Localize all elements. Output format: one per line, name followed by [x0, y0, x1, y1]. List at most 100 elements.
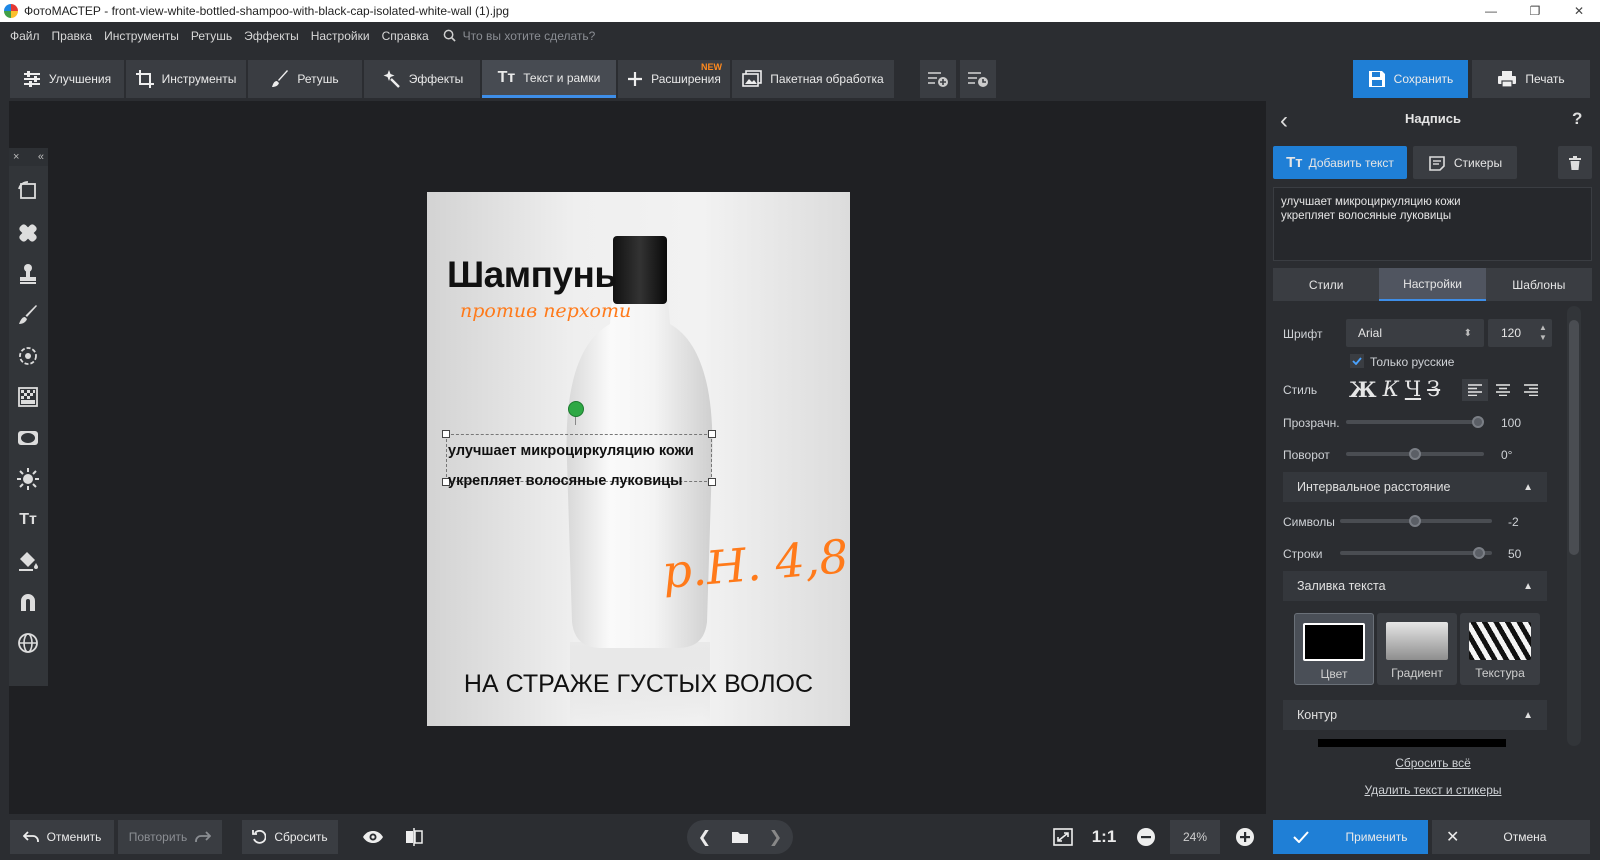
- restore-button[interactable]: ❐: [1512, 0, 1558, 22]
- fill-gradient-option[interactable]: Градиент: [1377, 613, 1457, 685]
- photo-title[interactable]: Шампунь: [447, 254, 617, 296]
- tab-tools[interactable]: Инструменты: [126, 60, 246, 98]
- compare-button[interactable]: [396, 820, 432, 854]
- print-button[interactable]: Печать: [1472, 60, 1590, 98]
- globe-tool[interactable]: [15, 630, 41, 656]
- minimize-button[interactable]: —: [1468, 0, 1514, 22]
- prev-image-button[interactable]: ❮: [687, 827, 722, 847]
- text-tool-icon[interactable]: Tт: [15, 507, 41, 533]
- spacing-section-header[interactable]: Интервальное расстояние ▲: [1283, 472, 1547, 502]
- tab-effects[interactable]: Эффекты: [364, 60, 480, 98]
- rotation-slider[interactable]: [1346, 448, 1484, 460]
- magnet-tool[interactable]: [15, 589, 41, 615]
- fill-color-option[interactable]: Цвет: [1294, 613, 1374, 685]
- stepper-arrows-icon[interactable]: ▲ ▼: [1534, 323, 1552, 343]
- apply-button[interactable]: Применить: [1273, 820, 1428, 854]
- radial-tool[interactable]: [15, 343, 41, 369]
- menu-help[interactable]: Справка: [376, 29, 435, 43]
- tab-retouch[interactable]: Ретушь: [248, 60, 362, 98]
- stamp-tool[interactable]: [15, 261, 41, 287]
- panel-help-button[interactable]: ?: [1572, 109, 1582, 129]
- only-russian-checkbox[interactable]: [1350, 354, 1364, 368]
- align-center-button[interactable]: [1490, 379, 1516, 401]
- rotate-tool[interactable]: [15, 178, 41, 204]
- lines-slider[interactable]: [1340, 547, 1492, 559]
- reset-all-link[interactable]: Сбросить всё: [1266, 756, 1600, 770]
- presets-history-button[interactable]: [960, 60, 996, 98]
- photo-subtitle[interactable]: против перхоти: [460, 300, 631, 322]
- strikethrough-button[interactable]: З: [1427, 377, 1440, 402]
- tab-enhancements[interactable]: Улучшения: [10, 60, 124, 98]
- scrollbar-thumb[interactable]: [1569, 320, 1579, 555]
- menu-search[interactable]: Что вы хотите сделать?: [443, 29, 595, 43]
- bold-button[interactable]: Ж: [1349, 377, 1377, 402]
- font-size-stepper[interactable]: 120 ▲ ▼: [1488, 319, 1552, 347]
- presets-add-button[interactable]: [920, 60, 956, 98]
- menu-edit[interactable]: Правка: [46, 29, 99, 43]
- photo-canvas[interactable]: Шампунь против перхоти улучшает микроцир…: [427, 192, 850, 726]
- tab-extensions[interactable]: Расширения NEW: [618, 60, 730, 98]
- tab-settings[interactable]: Настройки: [1379, 268, 1486, 301]
- outline-section-header[interactable]: Контур ▲: [1283, 700, 1547, 730]
- undo-button[interactable]: Отменить: [10, 820, 114, 854]
- tab-templates[interactable]: Шаблоны: [1486, 268, 1592, 301]
- menu-tools[interactable]: Инструменты: [98, 29, 185, 43]
- vignette-tool[interactable]: [15, 425, 41, 451]
- cancel-button[interactable]: ✕ Отмена: [1432, 820, 1590, 854]
- menu-effects[interactable]: Эффекты: [238, 29, 305, 43]
- zoom-level[interactable]: 24%: [1170, 820, 1220, 854]
- light-tool[interactable]: [15, 466, 41, 492]
- fill-section-header[interactable]: Заливка текста ▲: [1283, 571, 1547, 601]
- font-select[interactable]: Arial ⬍: [1346, 319, 1484, 347]
- healing-tool[interactable]: [15, 220, 41, 246]
- fill-texture-option[interactable]: Текстура: [1460, 613, 1540, 685]
- redo-button[interactable]: Повторить: [118, 820, 222, 854]
- tab-batch[interactable]: Пакетная обработка: [732, 60, 894, 98]
- opacity-slider[interactable]: [1346, 416, 1484, 428]
- next-image-button[interactable]: ❯: [758, 827, 793, 847]
- resize-handle-tr[interactable]: [708, 430, 716, 438]
- close-window-button[interactable]: ✕: [1556, 0, 1600, 22]
- align-right-button[interactable]: [1518, 379, 1544, 401]
- delete-all-link[interactable]: Удалить текст и стикеры: [1266, 783, 1600, 797]
- bottom-slogan[interactable]: НА СТРАЖЕ ГУСТЫХ ВОЛОС: [427, 670, 850, 699]
- chars-slider[interactable]: [1340, 515, 1492, 527]
- text-input-area[interactable]: улучшает микроциркуляцию кожи укрепляет …: [1273, 187, 1592, 261]
- align-left-button[interactable]: [1462, 379, 1488, 401]
- selected-text-block[interactable]: улучшает микроциркуляцию кожи укрепляет …: [448, 436, 694, 496]
- tools-collapse-button[interactable]: «: [38, 151, 44, 163]
- chars-knob[interactable]: [1408, 515, 1421, 527]
- rotation-knob[interactable]: [1409, 448, 1421, 460]
- add-text-button[interactable]: Tт Добавить текст: [1273, 146, 1407, 179]
- open-folder-button[interactable]: [722, 830, 758, 844]
- brush-tool[interactable]: [15, 302, 41, 328]
- panel-scrollbar[interactable]: [1567, 306, 1581, 746]
- underline-button[interactable]: Ч: [1405, 377, 1421, 402]
- fit-screen-button[interactable]: [1045, 820, 1081, 854]
- fill-texture-swatch: [1469, 622, 1531, 660]
- zoom-out-button[interactable]: [1131, 820, 1161, 854]
- outline-color-bar[interactable]: [1318, 739, 1506, 747]
- menu-file[interactable]: Файл: [4, 29, 46, 43]
- italic-button[interactable]: К: [1383, 377, 1399, 402]
- stickers-button[interactable]: Стикеры: [1413, 146, 1517, 179]
- tools-close-button[interactable]: ×: [13, 151, 19, 163]
- menu-settings[interactable]: Настройки: [305, 29, 376, 43]
- selected-text-line-1: улучшает микроциркуляцию кожи: [448, 443, 694, 459]
- opacity-knob[interactable]: [1472, 416, 1484, 428]
- lines-knob[interactable]: [1473, 547, 1485, 559]
- menu-retouch[interactable]: Ретушь: [185, 29, 238, 43]
- save-button[interactable]: Сохранить: [1353, 60, 1468, 98]
- zoom-in-button[interactable]: [1230, 820, 1260, 854]
- rotate-handle[interactable]: [568, 401, 584, 417]
- delete-text-button[interactable]: [1558, 146, 1592, 179]
- resize-handle-br[interactable]: [708, 478, 716, 486]
- gradient-filter-tool[interactable]: [15, 384, 41, 410]
- preview-toggle-button[interactable]: [355, 820, 391, 854]
- tab-styles[interactable]: Стили: [1273, 268, 1379, 301]
- tab-text-frames[interactable]: Tт Текст и рамки: [482, 60, 616, 98]
- fill-bucket-tool[interactable]: [15, 548, 41, 574]
- reset-button[interactable]: Сбросить: [242, 820, 338, 854]
- left-tool-strip: × « Tт: [9, 148, 48, 686]
- actual-size-button[interactable]: 1:1: [1084, 820, 1124, 854]
